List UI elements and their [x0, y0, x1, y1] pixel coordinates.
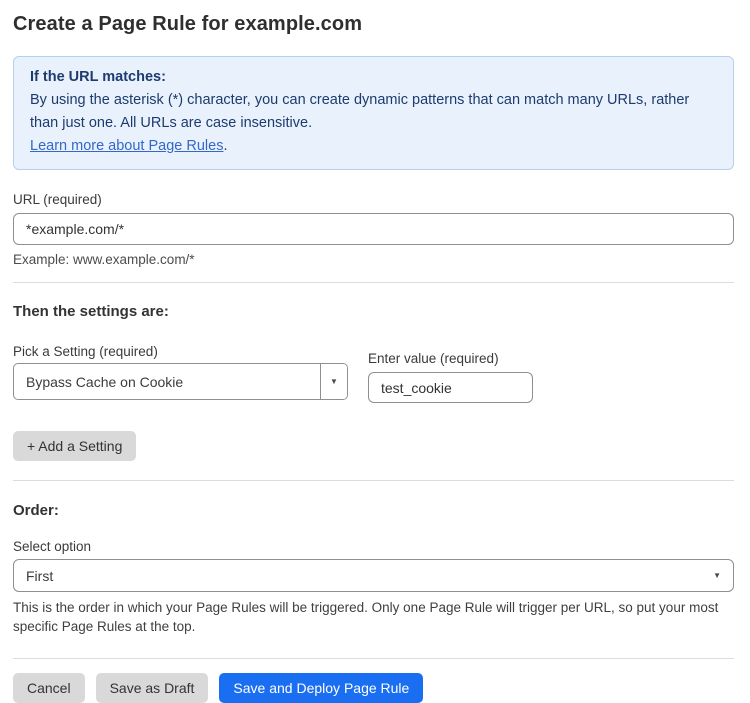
add-setting-button[interactable]: + Add a Setting	[13, 431, 136, 461]
enter-value-column: Enter value (required)	[368, 351, 533, 403]
pick-setting-selected-value: Bypass Cache on Cookie	[14, 364, 320, 399]
learn-more-link[interactable]: Learn more about Page Rules	[30, 138, 223, 154]
save-and-deploy-button[interactable]: Save and Deploy Page Rule	[219, 673, 423, 703]
pick-setting-label: Pick a Setting (required)	[13, 344, 348, 359]
info-box-body: By using the asterisk (*) character, you…	[30, 89, 717, 135]
footer-button-row: Cancel Save as Draft Save and Deploy Pag…	[13, 673, 734, 703]
url-match-info-box: If the URL matches: By using the asteris…	[13, 56, 734, 170]
enter-value-label: Enter value (required)	[368, 351, 533, 366]
url-field-label: URL (required)	[13, 192, 734, 207]
order-select-label: Select option	[13, 539, 734, 554]
pick-setting-dropdown-button[interactable]: ▼	[320, 364, 347, 399]
link-period: .	[223, 138, 227, 154]
url-input[interactable]	[13, 213, 734, 245]
order-select[interactable]: First ▼	[13, 559, 734, 592]
pick-setting-column: Pick a Setting (required) Bypass Cache o…	[13, 344, 348, 400]
chevron-down-icon: ▼	[330, 378, 338, 386]
divider-footer	[13, 658, 734, 659]
settings-row: Pick a Setting (required) Bypass Cache o…	[13, 344, 734, 403]
order-section-heading: Order:	[13, 502, 734, 519]
info-box-link-line: Learn more about Page Rules.	[30, 135, 717, 158]
order-helper-text: This is the order in which your Page Rul…	[13, 598, 734, 636]
pick-setting-dropdown[interactable]: Bypass Cache on Cookie ▼	[13, 363, 348, 400]
cancel-button[interactable]: Cancel	[13, 673, 85, 703]
divider-url-settings	[13, 282, 734, 283]
setting-value-input[interactable]	[368, 372, 533, 403]
settings-section-heading: Then the settings are:	[13, 303, 734, 320]
info-box-heading: If the URL matches:	[30, 66, 717, 89]
save-as-draft-button[interactable]: Save as Draft	[96, 673, 209, 703]
page-title: Create a Page Rule for example.com	[13, 13, 734, 36]
create-page-rule-panel: Create a Page Rule for example.com If th…	[0, 0, 750, 688]
url-example-helper: Example: www.example.com/*	[13, 252, 734, 267]
divider-settings-order	[13, 480, 734, 481]
order-selected-value: First	[26, 568, 53, 584]
chevron-down-icon: ▼	[713, 572, 721, 580]
